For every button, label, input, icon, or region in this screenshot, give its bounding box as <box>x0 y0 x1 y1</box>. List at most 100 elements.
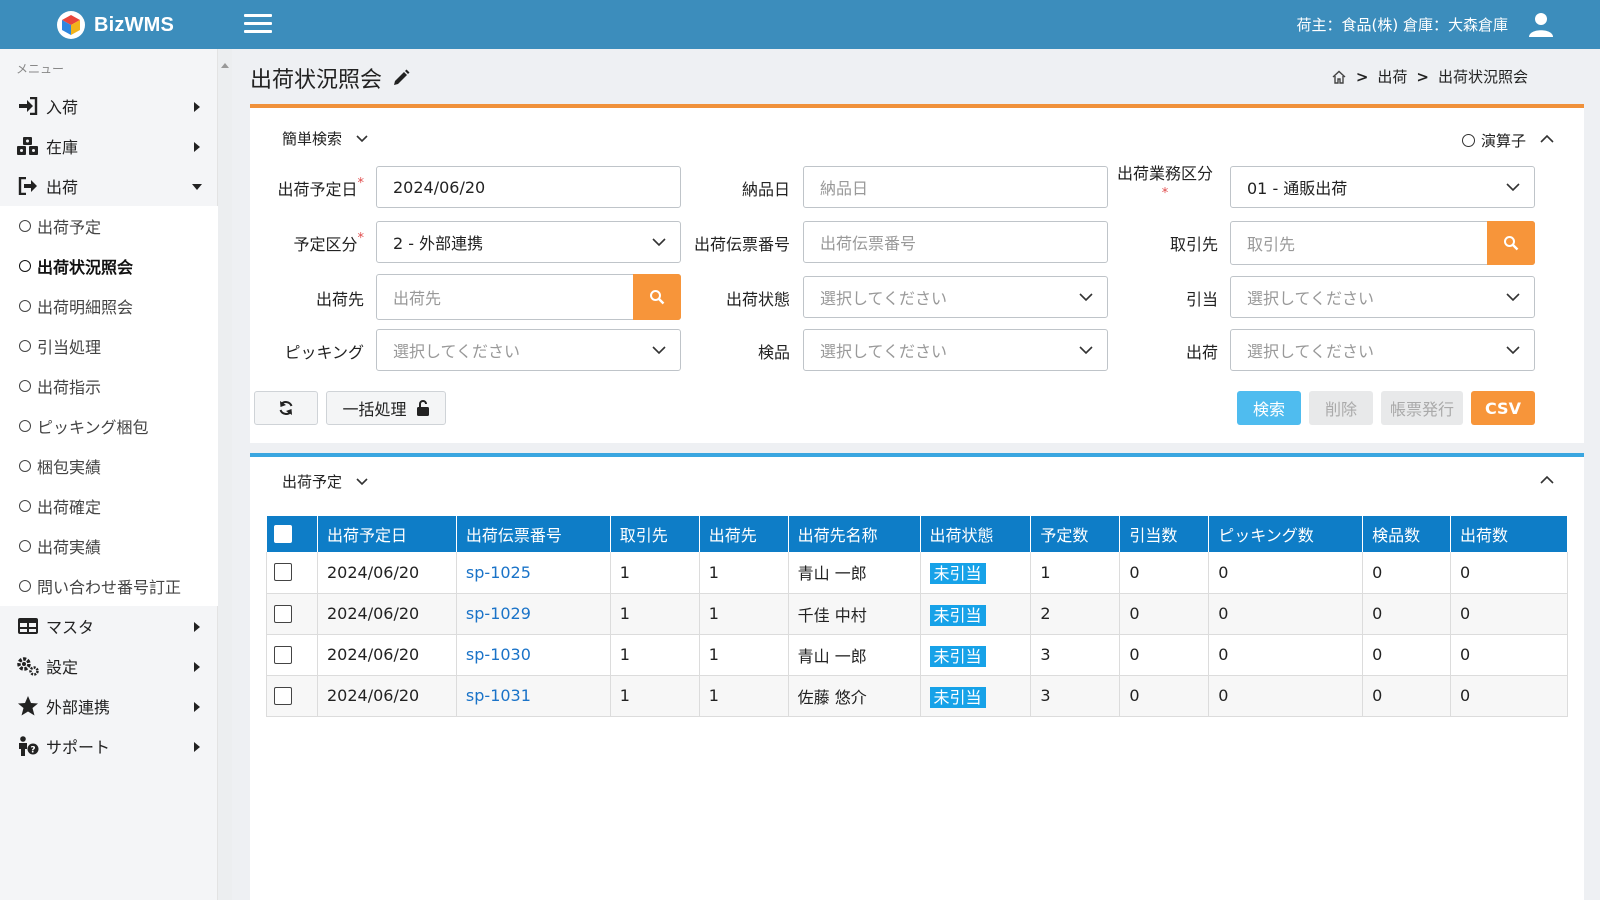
sidebar-item-settings[interactable]: 設定 <box>0 646 218 686</box>
column-header[interactable]: 引当数 <box>1119 516 1210 552</box>
column-header[interactable]: 出荷先 <box>699 516 789 552</box>
ship-date-input[interactable]: 2024/06/20 <box>376 166 681 208</box>
column-header[interactable]: 出荷状態 <box>920 516 1032 552</box>
search-button[interactable]: 検索 <box>1237 391 1301 425</box>
list-panel-header[interactable]: 出荷予定 <box>282 471 368 492</box>
menu-label: メニュー <box>16 62 65 76</box>
column-header[interactable]: 検品数 <box>1362 516 1452 552</box>
inspection-select[interactable]: 選択してください <box>803 329 1108 371</box>
plan-type-label: 予定区分* <box>293 231 364 254</box>
table-row[interactable]: 2024/06/20 sp-1029 1 1 千佳 中村 未引当 2 0 0 0… <box>266 593 1568 635</box>
caret-down-icon <box>192 184 202 190</box>
sidebar-item-inventory[interactable]: 在庫 <box>0 126 218 166</box>
sidebar-subitem-packing-results[interactable]: 梱包実績 <box>0 446 218 486</box>
hamburger-menu-icon[interactable] <box>244 14 272 36</box>
list-panel-title: 出荷予定 <box>282 473 343 491</box>
slip-no-link[interactable]: sp-1030 <box>466 645 531 664</box>
table-row[interactable]: 2024/06/20 sp-1030 1 1 青山 一郎 未引当 3 0 0 0… <box>266 634 1568 676</box>
sidebar-subitem-shipping-detail[interactable]: 出荷明細照会 <box>0 286 218 326</box>
sidebar-subitem-shipping-plan[interactable]: 出荷予定 <box>0 206 218 246</box>
column-header[interactable]: 予定数 <box>1030 516 1121 552</box>
destination-input[interactable]: 出荷先 <box>376 274 681 320</box>
chevron-up-icon[interactable] <box>1540 134 1554 143</box>
allocation-select[interactable]: 選択してください <box>1230 276 1535 318</box>
row-checkbox[interactable] <box>274 686 292 705</box>
select-all-checkbox[interactable] <box>273 524 292 543</box>
plan-type-select[interactable]: 2 - 外部連携 <box>376 221 681 263</box>
chevron-down-icon[interactable] <box>356 477 368 486</box>
slip-no-cell[interactable]: sp-1030 <box>456 634 611 676</box>
destination-search-button[interactable] <box>633 274 681 320</box>
chevron-up-icon[interactable] <box>1540 475 1554 484</box>
column-header[interactable]: ピッキング数 <box>1208 516 1364 552</box>
sidebar-item-support[interactable]: ? サポート <box>0 726 218 766</box>
partner-input[interactable]: 取引先 <box>1230 221 1535 265</box>
slip-no-cell[interactable]: sp-1029 <box>456 593 611 635</box>
delivery-date-input[interactable]: 納品日 <box>803 166 1108 208</box>
sidebar-subitem-shipping-results[interactable]: 出荷実績 <box>0 526 218 566</box>
column-header[interactable]: 出荷予定日 <box>317 516 457 552</box>
row-select-cell[interactable] <box>266 552 318 594</box>
picking-select[interactable]: 選択してください <box>376 329 681 371</box>
bulk-process-button[interactable]: 一括処理 <box>326 391 446 425</box>
slip-no-link[interactable]: sp-1031 <box>466 686 531 705</box>
column-header[interactable]: 取引先 <box>610 516 700 552</box>
slip-no-input[interactable]: 出荷伝票番号 <box>803 221 1108 263</box>
csv-button[interactable]: CSV <box>1471 391 1535 425</box>
partner-search-button[interactable] <box>1487 221 1535 265</box>
circle-icon <box>19 420 31 432</box>
breadcrumb-item-outbound[interactable]: 出荷 <box>1377 66 1407 87</box>
user-icon[interactable] <box>1528 11 1554 37</box>
column-header[interactable]: 出荷先名称 <box>788 516 921 552</box>
sidebar-subitem-tracking-correction[interactable]: 問い合わせ番号訂正 <box>0 566 218 606</box>
business-type-select[interactable]: 01 - 通販出荷 <box>1230 166 1535 208</box>
home-icon[interactable] <box>1331 69 1347 85</box>
sidebar-item-outbound[interactable]: 出荷 <box>0 166 218 206</box>
table-row[interactable]: 2024/06/20 sp-1025 1 1 青山 一郎 未引当 1 0 0 0… <box>266 552 1568 594</box>
row-select-cell[interactable] <box>266 593 318 635</box>
row-select-cell[interactable] <box>266 675 318 717</box>
column-header[interactable]: 出荷数 <box>1450 516 1568 552</box>
shipping-select[interactable]: 選択してください <box>1230 329 1535 371</box>
column-header[interactable]: 出荷伝票番号 <box>456 516 611 552</box>
report-button[interactable]: 帳票発行 <box>1381 391 1463 425</box>
pencil-icon[interactable] <box>392 69 410 87</box>
brand[interactable]: BizWMS <box>56 10 174 40</box>
search-panel-header[interactable]: 簡単検索 <box>282 128 368 149</box>
subitem-label: 出荷状況照会 <box>37 258 134 277</box>
sidebar-scrollbar[interactable] <box>218 49 232 900</box>
refresh-button[interactable] <box>254 391 318 425</box>
sidebar-item-master[interactable]: マスタ <box>0 606 218 646</box>
destination-name-cell: 青山 一郎 <box>788 552 921 594</box>
sidebar-subitem-shipping-status[interactable]: 出荷状況照会 <box>0 246 218 286</box>
table-row[interactable]: 2024/06/20 sp-1031 1 1 佐藤 悠介 未引当 3 0 0 0… <box>266 675 1568 717</box>
sidebar-item-inbound[interactable]: 入荷 <box>0 86 218 126</box>
slip-no-link[interactable]: sp-1025 <box>466 563 531 582</box>
row-select-cell[interactable] <box>266 634 318 676</box>
sidebar-subitem-shipping-instruction[interactable]: 出荷指示 <box>0 366 218 406</box>
picking-qty-cell: 0 <box>1208 675 1364 717</box>
sidebar-subitem-allocation[interactable]: 引当処理 <box>0 326 218 366</box>
circle-icon <box>19 460 31 472</box>
sidebar-subitem-picking-packing[interactable]: ピッキング梱包 <box>0 406 218 446</box>
picking-qty-cell: 0 <box>1208 593 1364 635</box>
delete-button[interactable]: 削除 <box>1309 391 1373 425</box>
slip-no-link[interactable]: sp-1029 <box>466 604 531 623</box>
sidebar-item-integration[interactable]: 外部連携 <box>0 686 218 726</box>
partner-cell: 1 <box>610 593 700 635</box>
slip-no-cell[interactable]: sp-1025 <box>456 552 611 594</box>
operator-toggle[interactable]: 演算子 <box>1461 130 1526 151</box>
slip-no-cell[interactable]: sp-1031 <box>456 675 611 717</box>
subitem-label: 出荷予定 <box>37 218 102 237</box>
sidebar-subitem-shipping-confirm[interactable]: 出荷確定 <box>0 486 218 526</box>
svg-text:?: ? <box>30 746 35 756</box>
select-all-header[interactable] <box>266 516 318 552</box>
ship-status-select[interactable]: 選択してください <box>803 276 1108 318</box>
row-checkbox[interactable] <box>274 563 292 582</box>
allocated-qty-cell: 0 <box>1119 593 1210 635</box>
row-checkbox[interactable] <box>274 645 292 664</box>
ship-date-value: 2024/06/20 <box>393 177 486 197</box>
row-checkbox[interactable] <box>274 604 292 623</box>
chevron-down-icon[interactable] <box>356 134 368 143</box>
shipper-warehouse-info[interactable]: 荷主：食品(株) 倉庫：大森倉庫 <box>1297 14 1508 35</box>
